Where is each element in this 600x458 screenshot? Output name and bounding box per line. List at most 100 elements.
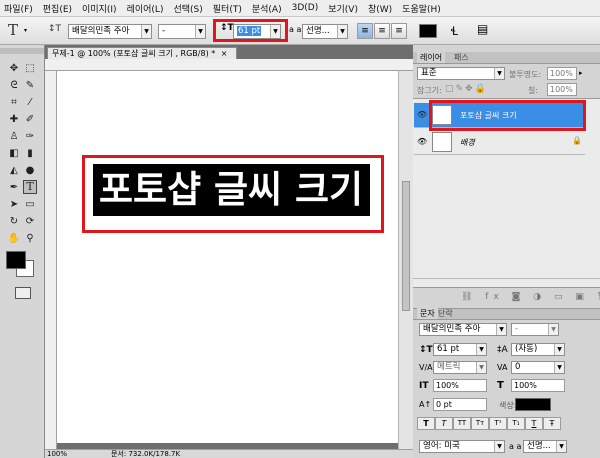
zoom-tool-icon[interactable]: ⚲ xyxy=(23,232,37,246)
3d-rotate-tool-icon[interactable]: ↻ xyxy=(7,215,21,229)
tab-layers[interactable]: 레이어 xyxy=(417,52,446,63)
char-font-family-dropdown[interactable]: 배달의민족 주아 ▼ xyxy=(419,323,507,336)
color-label: 색상: xyxy=(499,401,517,410)
lasso-tool-icon[interactable]: ᘓ xyxy=(7,79,21,93)
character-panel-toggle-icon[interactable]: ▤ xyxy=(477,22,488,36)
pen-tool-icon[interactable]: ✒ xyxy=(7,181,21,195)
kerning-icon: V/A xyxy=(419,363,433,372)
close-icon[interactable]: × xyxy=(221,49,228,58)
language-dropdown[interactable]: 영어: 미국 ▼ xyxy=(419,440,505,453)
status-bar: 100% 문서: 732.0K/178.7K xyxy=(45,449,413,458)
menu-select[interactable]: 선택(S) xyxy=(168,2,207,15)
tools-panel: ✥ ⬚ ᘓ ✎ ⌗ ⁄ ✚ ✐ ♙ ✑ ◧ ▮ ◭ ● ✒ T ➤ ▭ ↻ ⟳ … xyxy=(0,45,45,458)
crop-tool-icon[interactable]: ⌗ xyxy=(7,96,21,110)
dodge-tool-icon[interactable]: ● xyxy=(23,164,37,178)
font-family-dropdown[interactable]: 배달의민족 주아 ▼ xyxy=(68,24,152,39)
baseline-shift-icon: A↑ xyxy=(419,400,432,409)
layer-name[interactable]: 배경 xyxy=(460,137,475,148)
font-family-value: 배달의민족 주아 xyxy=(72,26,130,36)
warp-text-icon[interactable]: Ɬ xyxy=(451,22,458,39)
chevron-down-icon: ▼ xyxy=(476,344,486,355)
quick-select-tool-icon[interactable]: ✎ xyxy=(23,79,37,93)
vertical-ruler xyxy=(45,71,57,449)
align-right-button[interactable]: ≡ xyxy=(391,23,407,39)
chevron-down-icon: ▼ xyxy=(548,324,558,335)
menu-layer[interactable]: 레이어(L) xyxy=(122,2,169,15)
text-color-field[interactable] xyxy=(515,398,551,411)
horizontal-scale-field[interactable]: 100% xyxy=(511,379,565,392)
type-tool-preset-icon[interactable]: T xyxy=(8,21,18,39)
menu-analysis[interactable]: 분석(A) xyxy=(247,2,287,15)
document-size: 문서: 732.0K/178.7K xyxy=(111,450,181,458)
path-select-tool-icon[interactable]: ➤ xyxy=(7,198,21,212)
tracking-dropdown[interactable]: 0 ▼ xyxy=(511,361,565,374)
strikethrough-button[interactable]: Ŧ xyxy=(543,417,561,430)
baseline-shift-field[interactable]: 0 pt xyxy=(433,398,487,411)
move-tool-icon[interactable]: ✥ xyxy=(7,62,21,76)
eyedropper-tool-icon[interactable]: ⁄ xyxy=(23,96,37,110)
layer-row-background[interactable]: 👁 배경 🔒 xyxy=(414,130,585,155)
kerning-dropdown[interactable]: 메트릭 ▼ xyxy=(433,361,487,374)
lock-icons[interactable]: ▢✎✥🔒 xyxy=(445,84,488,94)
layers-list-divider xyxy=(413,278,600,279)
align-left-button[interactable]: ≡ xyxy=(357,23,373,39)
scrollbar-thumb[interactable] xyxy=(402,181,410,311)
char-size-dropdown[interactable]: 61 pt ▼ xyxy=(433,343,487,356)
menu-view[interactable]: 보기(V) xyxy=(323,2,363,15)
quick-mask-icon[interactable] xyxy=(15,287,31,299)
faux-italic-button[interactable]: T xyxy=(435,417,453,430)
history-brush-tool-icon[interactable]: ✑ xyxy=(23,130,37,144)
opacity-arrow-icon[interactable]: ▸ xyxy=(579,69,583,77)
brush-tool-icon[interactable]: ✐ xyxy=(23,113,37,127)
healing-tool-icon[interactable]: ✚ xyxy=(7,113,21,127)
visibility-eye-icon[interactable]: 👁 xyxy=(417,110,427,119)
font-style-dropdown[interactable]: - ▼ xyxy=(158,24,206,39)
preset-arrow-icon[interactable]: ▾ xyxy=(24,27,27,34)
subscript-button[interactable]: T₁ xyxy=(507,417,525,430)
eraser-tool-icon[interactable]: ◧ xyxy=(7,147,21,161)
menu-file[interactable]: 파일(F) xyxy=(0,2,38,15)
tab-paths[interactable]: 패스 xyxy=(451,52,472,63)
canvas[interactable]: 포토샵 글씨 크기 xyxy=(57,71,398,443)
leading-dropdown[interactable]: (자동) ▼ xyxy=(511,343,565,356)
all-caps-button[interactable]: TT xyxy=(453,417,471,430)
menu-filter[interactable]: 필터(T) xyxy=(208,2,247,15)
gradient-tool-icon[interactable]: ▮ xyxy=(23,147,37,161)
text-color-swatch[interactable] xyxy=(419,24,437,38)
antialias-dropdown[interactable]: 선명... ▼ xyxy=(302,24,348,39)
opacity-field[interactable]: 100% xyxy=(547,67,577,80)
char-font-style-dropdown[interactable]: - ▼ xyxy=(511,323,559,336)
leading-value: (자동) xyxy=(515,344,538,354)
menu-image[interactable]: 이미지(I) xyxy=(77,2,122,15)
vertical-scrollbar[interactable] xyxy=(398,71,413,449)
blend-mode-dropdown[interactable]: 표준 ▼ xyxy=(417,67,505,80)
hand-tool-icon[interactable]: ✋ xyxy=(7,232,21,246)
align-center-button[interactable]: ≡ xyxy=(374,23,390,39)
menu-edit[interactable]: 편집(E) xyxy=(38,2,77,15)
document-tab[interactable]: 무제-1 @ 100% (포토샵 글씨 크기 , RGB/8) * × xyxy=(47,47,237,59)
visibility-eye-icon[interactable]: 👁 xyxy=(417,137,427,146)
3d-orbit-tool-icon[interactable]: ⟳ xyxy=(23,215,37,229)
superscript-button[interactable]: T¹ xyxy=(489,417,507,430)
underline-button[interactable]: T xyxy=(525,417,543,430)
text-orientation-icon[interactable]: ↕T xyxy=(48,24,61,34)
type-tool-icon[interactable]: T xyxy=(23,180,37,194)
fill-field[interactable]: 100% xyxy=(547,83,577,96)
chevron-down-icon: ▼ xyxy=(195,25,205,38)
menu-help[interactable]: 도움말(H) xyxy=(397,2,446,15)
stamp-tool-icon[interactable]: ♙ xyxy=(7,130,21,144)
blur-tool-icon[interactable]: ◭ xyxy=(7,164,21,178)
vertical-scale-field[interactable]: 100% xyxy=(433,379,487,392)
shape-tool-icon[interactable]: ▭ xyxy=(23,198,37,212)
foreground-color-swatch[interactable] xyxy=(6,251,26,269)
tab-paragraph[interactable]: 단락 xyxy=(435,308,456,319)
faux-bold-button[interactable]: T xyxy=(417,417,435,430)
marquee-tool-icon[interactable]: ⬚ xyxy=(23,62,37,76)
char-antialias-dropdown[interactable]: 선명... ▼ xyxy=(523,440,567,453)
menu-3d[interactable]: 3D(D) xyxy=(287,3,324,13)
small-caps-button[interactable]: Tт xyxy=(471,417,489,430)
zoom-level[interactable]: 100% xyxy=(47,450,67,458)
layers-footer-icons[interactable]: ⛓ fx ◙ ◑ ▭ ▣ 🗑 xyxy=(461,292,600,302)
menu-window[interactable]: 창(W) xyxy=(363,2,397,15)
vertical-scale-icon: IT xyxy=(419,381,429,391)
